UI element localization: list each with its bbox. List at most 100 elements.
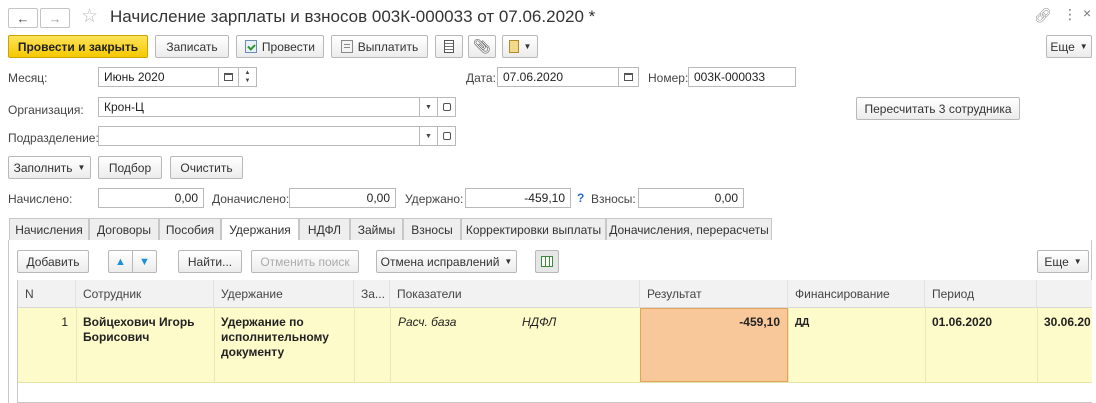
post-doc-icon <box>245 40 257 53</box>
fill-button[interactable]: Заполнить ▼ <box>8 156 91 179</box>
tab-deductions[interactable]: Удержания <box>221 218 299 241</box>
row-deduction: Удержание по исполнительному документу <box>221 315 329 359</box>
col-for[interactable]: За... <box>354 280 390 308</box>
favorite-star-icon[interactable]: ☆ <box>81 5 98 28</box>
chevron-down-icon: ▼ <box>425 132 432 140</box>
link-icon[interactable]: 🔗︎ <box>1034 7 1052 24</box>
month-stepper[interactable]: ▲ ▼ <box>239 67 257 87</box>
cancel-corrections-button[interactable]: Отмена исправлений ▼ <box>376 250 517 273</box>
print-dropdown-button[interactable]: ▼ <box>502 35 538 58</box>
arrow-down-icon: ▼ <box>139 255 150 268</box>
tab-ndfl[interactable]: НДФЛ <box>299 218 350 240</box>
chevron-down-icon: ▼ <box>1073 257 1082 266</box>
open-icon <box>442 132 451 140</box>
tab-extra-accruals[interactable]: Доначисления, перерасчеты <box>606 218 772 240</box>
add-row-button[interactable]: Добавить <box>17 250 89 273</box>
recalculate-button[interactable]: Пересчитать 3 сотрудника <box>856 97 1020 120</box>
post-button[interactable]: Провести <box>236 35 324 58</box>
tab-accruals[interactable]: Начисления <box>9 218 89 240</box>
attach-button[interactable]: 📎︎ <box>468 35 496 58</box>
calendar-icon <box>624 73 633 81</box>
col-indicators[interactable]: Показатели <box>390 280 640 308</box>
department-dropdown-button[interactable]: ▼ <box>420 126 438 146</box>
organization-dropdown-button[interactable]: ▼ <box>420 97 438 117</box>
move-up-button[interactable]: ▲ <box>108 250 132 273</box>
withheld-label: Удержано: <box>405 192 464 206</box>
row-number: 1 <box>61 315 68 329</box>
tab-loans[interactable]: Займы <box>350 218 403 240</box>
row-employee: Войцехович Игорь Борисович <box>83 315 195 344</box>
chevron-down-icon: ▼ <box>1079 42 1088 51</box>
row-financing[interactable]: ДД <box>795 315 809 330</box>
department-field[interactable] <box>98 126 420 146</box>
chevron-down-icon: ▼ <box>523 42 532 51</box>
row-period-end: 30.06.20 <box>1044 315 1091 329</box>
tab-contracts[interactable]: Договоры <box>89 218 159 240</box>
more-vert-icon[interactable]: ⋮ <box>1063 6 1077 23</box>
chevron-down-icon: ▼ <box>77 163 86 172</box>
cancel-search-button[interactable]: Отменить поиск <box>251 250 359 273</box>
open-icon <box>442 103 451 111</box>
calendar-icon <box>224 73 233 81</box>
tab-contributions[interactable]: Взносы <box>403 218 461 240</box>
chevron-down-icon: ▼ <box>425 103 432 111</box>
save-button[interactable]: Записать <box>155 35 229 58</box>
row-indicator-name: Расч. база <box>398 315 457 329</box>
month-label: Месяц: <box>8 71 48 85</box>
date-label: Дата: <box>466 71 496 85</box>
extra-accrued-label: Доначислено: <box>212 192 290 206</box>
stepper-down-icon: ▼ <box>244 78 251 84</box>
grid-settings-icon <box>541 256 553 267</box>
month-field[interactable]: Июнь 2020 <box>98 67 219 87</box>
department-label: Подразделение: <box>8 131 99 145</box>
withheld-field: -459,10 <box>465 188 571 208</box>
tab-benefits[interactable]: Пособия <box>159 218 221 240</box>
row-period-start: 01.06.2020 <box>932 315 993 329</box>
arrow-left-icon: ← <box>16 10 30 26</box>
date-field[interactable]: 07.06.2020 <box>497 67 619 87</box>
number-field[interactable]: 003К-000033 <box>688 67 796 87</box>
organization-field[interactable]: Крон-Ц <box>98 97 420 117</box>
arrow-up-icon: ▲ <box>115 255 126 268</box>
col-deduction[interactable]: Удержание <box>214 280 354 308</box>
close-icon[interactable]: × <box>1083 5 1091 21</box>
clear-button[interactable]: Очистить <box>170 156 243 179</box>
post-and-close-button[interactable]: Провести и закрыть <box>8 35 148 58</box>
col-result[interactable]: Результат <box>640 280 788 308</box>
extra-accrued-field: 0,00 <box>289 188 396 208</box>
arrow-right-icon: → <box>48 10 62 26</box>
chevron-down-icon: ▼ <box>504 257 513 266</box>
document-yellow-icon <box>508 40 519 53</box>
col-employee[interactable]: Сотрудник <box>76 280 214 308</box>
contributions-field: 0,00 <box>638 188 744 208</box>
find-button[interactable]: Найти... <box>178 250 242 273</box>
select-button[interactable]: Подбор <box>98 156 162 179</box>
page-title: Начисление зарплаты и взносов 003К-00003… <box>110 7 596 26</box>
row-result: -459,10 <box>739 315 780 329</box>
back-button[interactable]: ← <box>8 8 38 28</box>
pay-doc-icon <box>340 40 353 53</box>
row-indicator-value: НДФЛ <box>522 315 557 329</box>
stepper-up-icon: ▲ <box>244 70 251 76</box>
col-financing[interactable]: Финансирование <box>788 280 925 308</box>
calendar-button[interactable] <box>219 67 239 87</box>
report-button[interactable] <box>435 35 463 58</box>
tab-payment-corrections[interactable]: Корректировки выплаты <box>461 218 606 240</box>
table-more-button[interactable]: Еще ▼ <box>1037 250 1089 273</box>
more-button[interactable]: Еще ▼ <box>1046 35 1092 58</box>
organization-open-button[interactable] <box>438 97 456 117</box>
help-link[interactable]: ? <box>577 191 584 205</box>
date-calendar-button[interactable] <box>619 67 639 87</box>
forward-button[interactable]: → <box>40 8 70 28</box>
move-down-button[interactable]: ▼ <box>132 250 157 273</box>
table-settings-button[interactable] <box>535 250 559 273</box>
pay-button[interactable]: Выплатить <box>331 35 428 58</box>
col-period-end[interactable] <box>1037 280 1092 308</box>
col-n[interactable]: N <box>18 280 76 308</box>
accrued-label: Начислено: <box>8 192 73 206</box>
accrued-field: 0,00 <box>98 188 204 208</box>
col-period[interactable]: Период <box>925 280 1037 308</box>
number-label: Номер: <box>648 71 689 85</box>
paperclip-icon: 📎︎ <box>473 38 491 54</box>
department-open-button[interactable] <box>438 126 456 146</box>
